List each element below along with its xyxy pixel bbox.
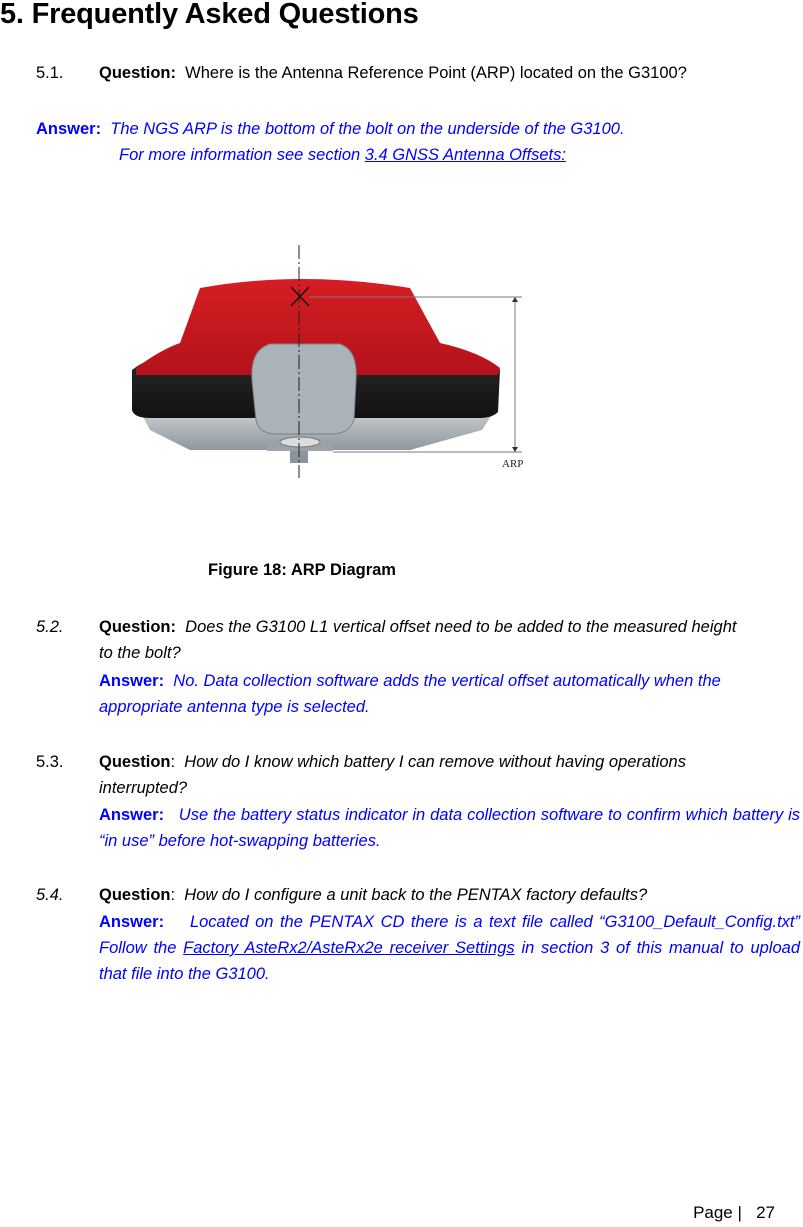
answer-text: No. Data collection software adds the ve… [99,672,721,716]
faq-question: Question: Does the G3100 L1 vertical off… [99,614,739,666]
question-text: How do I know which battery I can remove… [99,753,686,797]
answer-label: Answer: [99,913,165,931]
answer-text: Use the battery status indicator in data… [99,806,800,850]
question-label: Question: [99,618,176,636]
question-text: Does the G3100 L1 vertical offset need t… [99,618,737,662]
faq-number: 5.4. [36,886,64,904]
answer-more-text: For more information see section [119,146,365,164]
faq-number: 5.3. [36,753,64,771]
answer-text: The NGS ARP is the bottom of the bolt on… [110,120,625,138]
answer-label: Answer: [99,672,165,690]
arp-label: ARP [502,458,523,470]
section-link-gnss-offsets[interactable]: 3.4 GNSS Antenna Offsets: [365,146,566,164]
faq-question: Question: How do I know which battery I … [99,753,686,797]
answer-label: Answer: [99,806,165,824]
faq-answer-more: For more information see section 3.4 GNS… [119,142,566,168]
question-text: How do I configure a unit back to the PE… [184,886,648,904]
antenna-illustration: ARP [132,245,523,478]
page-footer: Page | 27 [693,1203,775,1223]
question-text: Where is the Antenna Reference Point (AR… [185,64,687,82]
faq-answer: Answer: No. Data collection software add… [99,668,799,720]
section-title: 5. Frequently Asked Questions [0,0,419,30]
figure-caption: Figure 18: ARP Diagram [208,561,396,579]
faq-answer: Answer: Located on the PENTAX CD there i… [99,909,800,987]
faq-question: Question: Where is the Antenna Reference… [99,60,749,86]
question-label: Question: [99,64,176,82]
antenna-front-plate [251,343,357,435]
faq-answer: Answer: Use the battery status indicator… [99,802,800,854]
page-label: Page | [693,1203,742,1222]
faq-answer: Answer: The NGS ARP is the bottom of the… [36,116,796,142]
question-label: Question [99,886,171,904]
faq-number: 5.1. [36,64,64,82]
faq-question: Question: How do I configure a unit back… [99,886,648,904]
answer-label: Answer: [36,120,102,138]
arp-diagram-figure: ARP [110,240,550,490]
question-label: Question [99,753,171,771]
faq-number: 5.2. [36,618,64,636]
section-link-factory-settings[interactable]: Factory AsteRx2/AsteRx2e receiver Settin… [183,939,515,957]
page-number: 27 [756,1203,775,1222]
